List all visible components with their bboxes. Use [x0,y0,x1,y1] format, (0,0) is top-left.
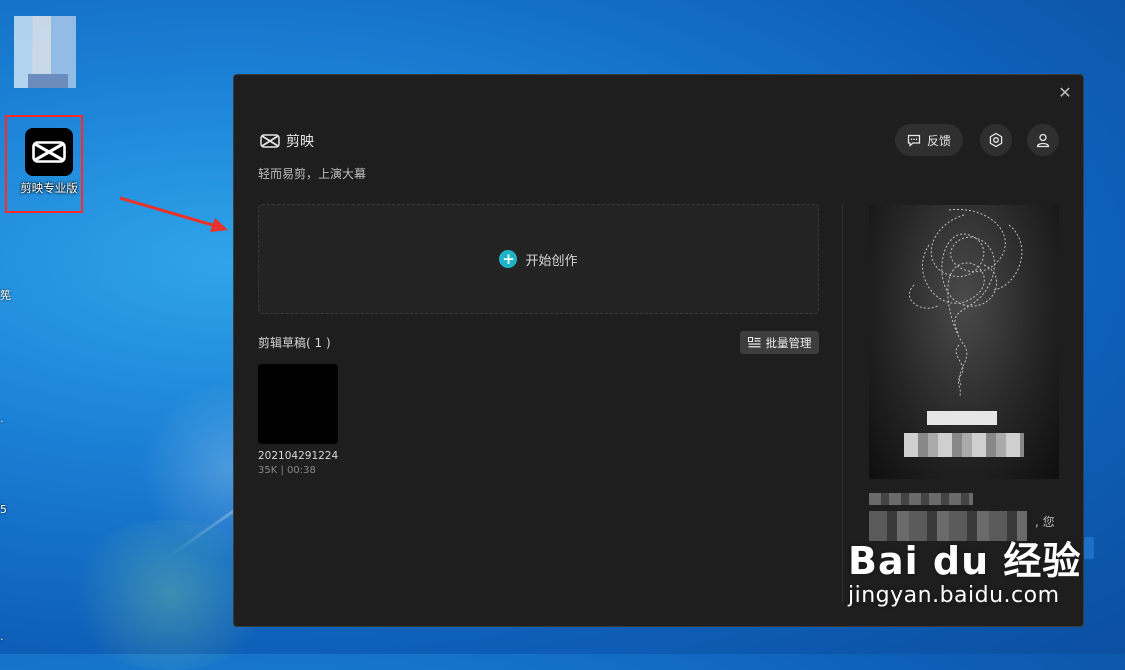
baidu-watermark: Bai du 经验 jingyan.baidu.com [848,530,1081,608]
promo-image[interactable] [869,205,1059,479]
draft-thumbnail[interactable] [258,364,338,444]
close-icon[interactable]: ✕ [1057,85,1073,101]
desktop-edge-text: 5 [0,503,7,516]
batch-icon [747,337,760,348]
feedback-button[interactable]: 反馈 [895,124,963,156]
promo-pixelated-text [904,433,1024,457]
start-create-label: 开始创作 [525,253,578,269]
desktop-edge-text: 筅 [0,289,11,302]
arrow-icon [119,196,228,232]
feedback-label: 反馈 [926,133,951,148]
scroll-handle[interactable] [1084,537,1094,559]
batch-manage-label: 批量管理 [765,335,812,350]
desktop-icon-blurred[interactable] [14,16,76,88]
batch-manage-button[interactable]: 批量管理 [740,331,819,354]
start-create-button[interactable]: + 开始创作 [258,204,819,314]
brand-name: 剪映 [286,134,314,150]
desktop-edge-text: . [0,412,4,425]
user-icon [1036,133,1050,148]
settings-icon [989,132,1003,148]
user-button[interactable] [1027,124,1059,156]
desktop-edge-text: . [0,630,4,643]
capcut-desktop-label[interactable]: 剪映专业版 [6,180,92,196]
draft-name[interactable]: 202104291224 [258,450,338,462]
capcut-logo-icon [260,134,280,148]
promo-caption-text: , 您 [1035,515,1055,529]
draft-meta: 35K | 00:38 [258,465,316,476]
promo-caption-blur [869,493,973,505]
promo-pixelated-text [927,411,997,425]
capcut-desktop-icon[interactable] [25,128,73,176]
settings-button[interactable] [980,124,1012,156]
tagline: 轻而易剪，上演大幕 [258,167,367,181]
drafts-title: 剪辑草稿( 1 ) [258,336,331,350]
plus-icon: + [499,250,518,268]
watermark-line2: jingyan.baidu.com [848,583,1060,608]
capcut-logo-icon [32,141,66,163]
feedback-icon [907,134,921,147]
panel-divider [842,204,843,604]
watermark-line1: Bai du 经验 [848,539,1082,583]
brand: 剪映 [260,131,314,151]
